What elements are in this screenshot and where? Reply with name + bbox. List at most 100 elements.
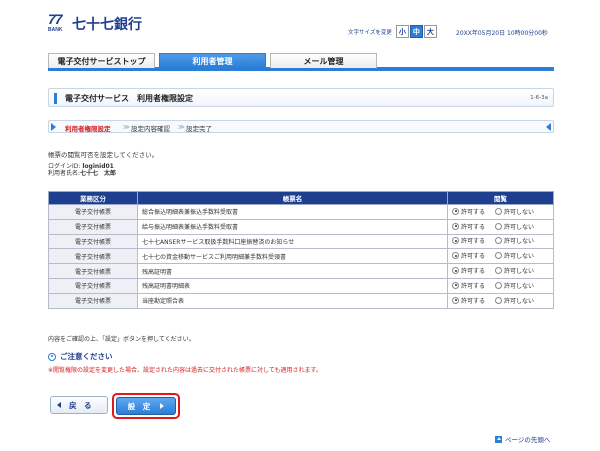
radio-label: 許可しない bbox=[504, 253, 535, 261]
radio-dot-icon bbox=[495, 267, 503, 275]
font-size-large-button[interactable]: 大 bbox=[423, 25, 437, 38]
cell-report-name: 総合振込明細表兼振込手数料受取書 bbox=[137, 204, 448, 220]
step-complete: 設定完了 bbox=[186, 125, 212, 133]
radio-dot-icon bbox=[452, 207, 459, 215]
cell-view-permission: 許可する 許可しない bbox=[447, 233, 554, 250]
table-row: 電子交付帳票 残高証明書明細表 許可する 許可しない bbox=[48, 277, 554, 294]
table-row: 電子交付帳票 残高証明書 許可する 許可しない bbox=[48, 263, 554, 279]
cell-view-permission: 許可する 許可しない bbox=[447, 248, 554, 265]
set-button[interactable]: 設 定 bbox=[116, 397, 176, 415]
step-user-permission: 利用者権限設定 bbox=[65, 125, 111, 133]
radio-label: 許可する bbox=[461, 208, 486, 216]
back-button-label: 戻 る bbox=[69, 400, 92, 410]
table-row: 電子交付帳票 総合振込明細表兼振込手数料受取書 許可する 許可しない bbox=[48, 204, 554, 220]
back-arrow-icon bbox=[57, 402, 61, 408]
radio-dot-icon bbox=[452, 267, 459, 275]
page-top-label: ページの先頭へ bbox=[505, 436, 551, 444]
permission-table: 業務区分 帳票名 閲覧 電子交付帳票 総合振込明細表兼振込手数料受取書 許可する 許可… bbox=[48, 191, 554, 309]
radio-label: 許可しない bbox=[504, 282, 535, 290]
deny-radio[interactable]: 許可しない bbox=[495, 281, 534, 290]
caution-heading: ご注意ください bbox=[48, 351, 113, 362]
radio-label: 許可する bbox=[461, 268, 486, 276]
table-row: 電子交付帳票 七十七ANSERサービス取扱手数料口座振替済のお知らせ 許可する 許可し… bbox=[48, 233, 554, 250]
main-tabs: 電子交付サービストップ 利用者管理 メール管理 bbox=[48, 53, 554, 71]
cell-category: 電子交付帳票 bbox=[48, 218, 138, 235]
login-id-value: loginid01 bbox=[82, 163, 114, 170]
table-row: 電子交付帳票 給与振込明細表兼振込手数料受取書 許可する 許可しない bbox=[48, 218, 554, 235]
user-name-value: 七十七 太郎 bbox=[80, 170, 117, 177]
radio-dot-icon bbox=[452, 296, 459, 304]
radio-label: 許可する bbox=[461, 297, 486, 305]
radio-label: 許可する bbox=[461, 253, 486, 261]
table-body: 電子交付帳票 総合振込明細表兼振込手数料受取書 許可する 許可しない 電子交付帳票 給与振… bbox=[48, 204, 554, 309]
radio-label: 許可しない bbox=[504, 238, 535, 246]
cell-category: 電子交付帳票 bbox=[48, 292, 138, 309]
cell-report-name: 残高証明書明細表 bbox=[137, 277, 448, 294]
font-size-small-button[interactable]: 小 bbox=[395, 25, 409, 38]
cell-category: 電子交付帳票 bbox=[48, 233, 138, 250]
step-separator-icon: ≫ bbox=[123, 123, 130, 131]
logo-number: 77 bbox=[48, 11, 63, 27]
cell-view-permission: 許可する 許可しない bbox=[447, 218, 554, 235]
header: 77 BANK 七十七銀行 文字サイズを変更 小 中 大 20XX年05月20日… bbox=[0, 0, 600, 50]
radio-dot-icon bbox=[452, 222, 459, 230]
radio-label: 許可しない bbox=[504, 297, 535, 305]
radio-dot-icon bbox=[495, 207, 503, 215]
cell-view-permission: 許可する 許可しない bbox=[447, 277, 554, 294]
cell-category: 電子交付帳票 bbox=[48, 204, 138, 220]
font-size-medium-button[interactable]: 中 bbox=[409, 25, 423, 38]
radio-label: 許可しない bbox=[504, 223, 535, 231]
cell-category: 電子交付帳票 bbox=[48, 263, 138, 279]
allow-radio[interactable]: 許可する bbox=[452, 251, 485, 260]
cell-report-name: 七十七の資金移動サービスご利用明細兼手数料受領書 bbox=[137, 248, 448, 265]
radio-dot-icon bbox=[452, 281, 459, 289]
column-header-view: 閲覧 bbox=[447, 191, 554, 205]
current-datetime: 20XX年05月20日 10時00分00秒 bbox=[456, 30, 548, 37]
cell-report-name: 給与振込明細表兼振込手数料受取書 bbox=[137, 218, 448, 235]
deny-radio[interactable]: 許可しない bbox=[495, 251, 534, 260]
table-row: 電子交付帳票 当座勘定照合表 許可する 許可しない bbox=[48, 292, 554, 309]
cell-report-name: 当座勘定照合表 bbox=[137, 292, 448, 309]
tab-mail-management[interactable]: メール管理 bbox=[270, 53, 377, 68]
radio-label: 許可しない bbox=[504, 268, 535, 276]
instruction-text: 帳票の閲覧可否を設定してください。 bbox=[48, 151, 159, 159]
radio-dot-icon bbox=[452, 237, 459, 245]
page-top-link[interactable]: ページの先頭へ bbox=[495, 434, 550, 444]
radio-label: 許可しない bbox=[504, 208, 535, 216]
radio-label: 許可する bbox=[461, 223, 486, 231]
page-top-icon bbox=[495, 435, 502, 443]
tab-service-top[interactable]: 電子交付サービストップ bbox=[48, 53, 155, 68]
confirm-text: 内容をご確認の上、「設定」ボタンを押してください。 bbox=[48, 336, 195, 343]
radio-dot-icon bbox=[495, 281, 503, 289]
column-header-category: 業務区分 bbox=[48, 191, 138, 205]
logo-mark: 77 BANK bbox=[48, 11, 70, 34]
allow-radio[interactable]: 許可する bbox=[452, 281, 485, 290]
allow-radio[interactable]: 許可する bbox=[452, 207, 485, 216]
page-title-bar: 電子交付サービス 利用者権限設定 1-6-3a bbox=[48, 88, 554, 107]
cell-category: 電子交付帳票 bbox=[48, 277, 138, 294]
back-button[interactable]: 戻 る bbox=[50, 396, 108, 414]
radio-dot-icon bbox=[495, 222, 503, 230]
step-confirm: 設定内容確認 bbox=[131, 125, 170, 133]
cell-view-permission: 許可する 許可しない bbox=[447, 263, 554, 279]
caution-text: ※閲覧権限の設定を変更した場合、設定された内容は過去に交付された帳票に対しても適… bbox=[48, 367, 322, 374]
deny-radio[interactable]: 許可しない bbox=[495, 296, 534, 305]
allow-radio[interactable]: 許可する bbox=[452, 222, 485, 231]
radio-dot-icon bbox=[495, 296, 503, 304]
allow-radio[interactable]: 許可する bbox=[452, 296, 485, 305]
allow-radio[interactable]: 許可する bbox=[452, 236, 485, 245]
bank-logo[interactable]: 77 BANK 七十七銀行 bbox=[48, 11, 142, 34]
step-indicator: 利用者権限設定 ≫ 設定内容確認 ≫ 設定完了 bbox=[48, 120, 554, 133]
deny-radio[interactable]: 許可しない bbox=[495, 222, 534, 231]
table-row: 電子交付帳票 七十七の資金移動サービスご利用明細兼手数料受領書 許可する 許可しない bbox=[48, 248, 554, 265]
radio-label: 許可する bbox=[461, 282, 486, 290]
page-title: 電子交付サービス 利用者権限設定 bbox=[65, 94, 193, 103]
allow-radio[interactable]: 許可する bbox=[452, 266, 485, 275]
deny-radio[interactable]: 許可しない bbox=[495, 207, 534, 216]
tab-user-management[interactable]: 利用者管理 bbox=[159, 53, 266, 68]
radio-dot-icon bbox=[495, 237, 503, 245]
deny-radio[interactable]: 許可しない bbox=[495, 236, 534, 245]
column-header-report-name: 帳票名 bbox=[137, 191, 448, 205]
page-number: 1-6-3a bbox=[530, 95, 548, 101]
deny-radio[interactable]: 許可しない bbox=[495, 266, 534, 275]
